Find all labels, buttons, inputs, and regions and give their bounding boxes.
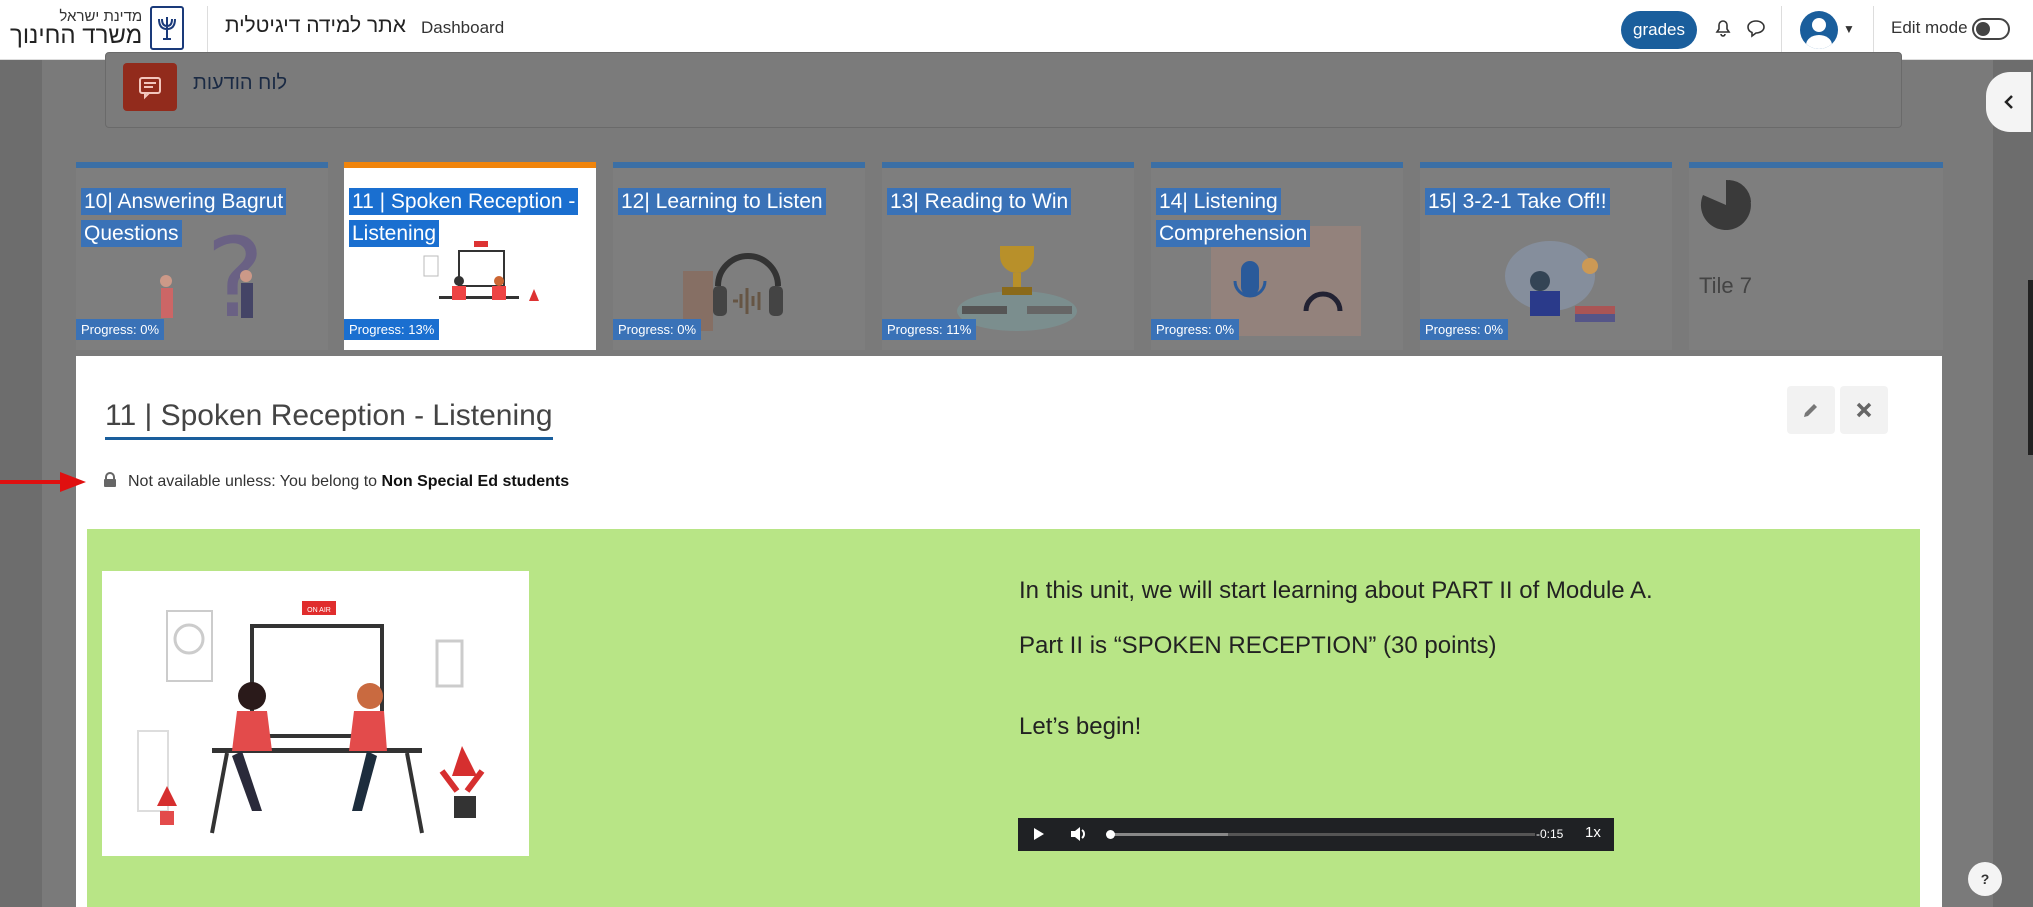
content-paragraph: Part II is “SPOKEN RECEPTION” (30 points… <box>1019 632 1497 659</box>
brand-big-text: משרד החינוך <box>10 21 143 49</box>
audio-player[interactable]: -0:15 1x <box>1018 818 1614 851</box>
drawer-toggle[interactable] <box>1986 72 2031 132</box>
tile-title: 13| Reading to Win <box>887 188 1072 215</box>
play-icon[interactable] <box>1034 828 1044 840</box>
close-icon <box>1856 402 1872 418</box>
dashboard-link[interactable]: Dashboard <box>421 18 504 38</box>
tile-progress: Progress: 0% <box>1151 319 1240 340</box>
top-navbar: מדינת ישראל משרד החינוך אתר למידה דיגיטל… <box>0 0 2033 60</box>
scrollbar-thumb[interactable] <box>2028 280 2033 455</box>
tile-progress: Progress: 0% <box>76 319 165 340</box>
tile-title: 10| Answering Bagrut Questions <box>81 188 287 247</box>
tile-progress: Progress: 0% <box>1420 319 1509 340</box>
user-avatar[interactable] <box>1800 11 1838 49</box>
ministry-logo[interactable]: מדינת ישראל משרד החינוך <box>10 6 185 50</box>
tile-14[interactable]: 14| Listening Comprehension Progress: 0% <box>1151 162 1403 350</box>
audio-scrubber[interactable] <box>1106 830 1115 839</box>
tile-title: 15| 3-2-1 Take Off!! <box>1425 188 1610 215</box>
section-title: 11 | Spoken Reception - Listening <box>105 399 553 440</box>
restriction-text: Not available unless: You belong to <box>128 473 382 490</box>
podcast-illustration: ON AIR <box>102 571 529 856</box>
content-paragraph: Let’s begin! <box>1019 713 1142 740</box>
pencil-icon <box>1804 404 1817 417</box>
edit-section-button[interactable] <box>1787 386 1835 434</box>
forum-icon <box>123 63 177 111</box>
bell-icon[interactable] <box>1714 18 1732 43</box>
tile-progress: Progress: 13% <box>344 319 440 340</box>
forum-link[interactable]: לוח הודעות <box>193 72 287 95</box>
chevron-left-icon <box>2003 95 2013 109</box>
edit-mode-toggle[interactable] <box>1972 18 2010 40</box>
forum-card[interactable] <box>105 52 1902 128</box>
audio-progress-track[interactable] <box>1106 830 1535 839</box>
page-gutter-right <box>1993 60 2033 907</box>
close-section-button[interactable] <box>1840 386 1888 434</box>
chevron-down-icon[interactable]: ▼ <box>1843 22 1855 36</box>
tile-title: Tile 7 <box>1699 273 1752 298</box>
lock-icon <box>104 472 116 487</box>
tile-12[interactable]: 12| Learning to Listen Progress: 0% <box>613 162 865 350</box>
tile-7[interactable]: Tile 7 <box>1689 162 1943 350</box>
menorah-emblem-icon <box>150 6 185 50</box>
red-arrow-annotation-icon <box>0 472 86 492</box>
edit-mode-label: Edit mode <box>1891 18 1968 37</box>
on-air-sign: ON AIR <box>307 607 331 614</box>
site-name[interactable]: אתר למידה דיגיטלית <box>225 14 406 38</box>
audio-time: -0:15 <box>1536 827 1564 841</box>
restriction-group: Non Special Ed students <box>381 473 570 490</box>
audio-buffer <box>1110 833 1228 836</box>
playback-speed-button[interactable]: 1x <box>1585 824 1601 841</box>
volume-icon[interactable] <box>1070 826 1088 842</box>
chat-icon[interactable] <box>1746 18 1766 43</box>
grades-button[interactable]: grades <box>1621 11 1697 49</box>
tile-13[interactable]: 13| Reading to Win Progress: 11% <box>882 162 1134 350</box>
help-button[interactable]: ? <box>1968 862 2002 896</box>
tile-progress: Progress: 11% <box>882 319 977 340</box>
availability-restriction: Not available unless: You belong to Non … <box>128 473 569 491</box>
tile-progress: Progress: 0% <box>613 319 702 340</box>
content-paragraph: In this unit, we will start learning abo… <box>1019 577 1653 604</box>
tile-11[interactable]: 11 | Spoken Reception - Listening Progre… <box>344 162 596 350</box>
tile-title: 12| Learning to Listen <box>618 188 826 215</box>
tile-title: 11 | Spoken Reception - Listening <box>349 188 579 247</box>
tile-15[interactable]: 15| 3-2-1 Take Off!! Progress: 0% <box>1420 162 1672 350</box>
tile-10[interactable]: ? 10| Answering Bagrut Questions Progres… <box>76 162 328 350</box>
tile-title: 14| Listening Comprehension <box>1156 188 1311 247</box>
pie-chart-icon <box>1700 180 1751 230</box>
